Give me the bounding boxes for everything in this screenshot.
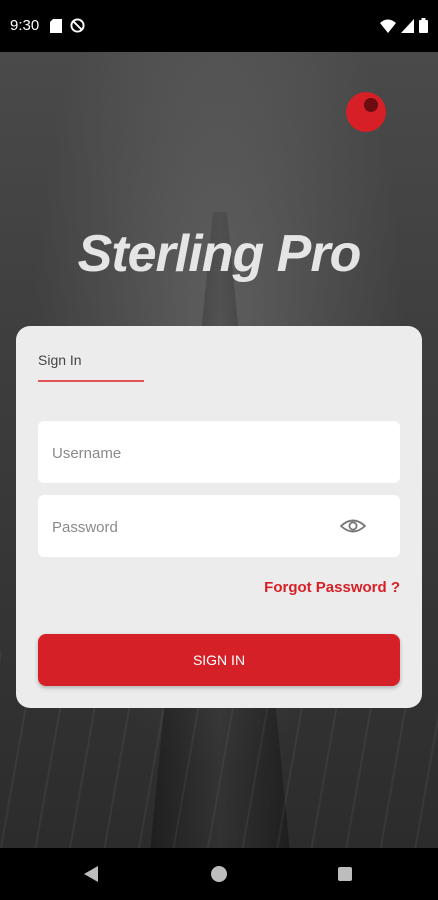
do-not-disturb-icon	[70, 18, 85, 33]
login-card: Sign In Forgot Password ? SIGN IN	[16, 326, 422, 708]
eye-icon[interactable]	[340, 516, 366, 536]
signal-icon	[401, 18, 414, 33]
password-input[interactable]	[50, 495, 344, 559]
password-field[interactable]	[38, 495, 400, 559]
app-title: Sterling Pro	[77, 225, 362, 283]
sd-card-icon	[50, 18, 62, 33]
brand-logo-icon	[346, 92, 386, 132]
back-icon[interactable]	[82, 865, 100, 883]
sign-in-button[interactable]: SIGN IN	[38, 634, 400, 686]
status-left-icons	[50, 18, 85, 33]
tab-sign-in[interactable]: Sign In	[38, 352, 82, 368]
home-icon[interactable]	[211, 866, 227, 882]
status-time: 9:30	[10, 17, 40, 34]
wifi-icon	[380, 19, 396, 33]
recents-icon[interactable]	[338, 867, 352, 881]
battery-icon	[419, 18, 428, 33]
navigation-bar	[0, 848, 438, 900]
username-field[interactable]	[38, 421, 400, 485]
forgot-password-link[interactable]: Forgot Password ?	[264, 579, 400, 596]
status-right-icons	[380, 18, 428, 33]
username-input[interactable]	[50, 421, 344, 485]
status-bar: 9:30	[0, 0, 438, 52]
tab-underline	[38, 380, 144, 382]
